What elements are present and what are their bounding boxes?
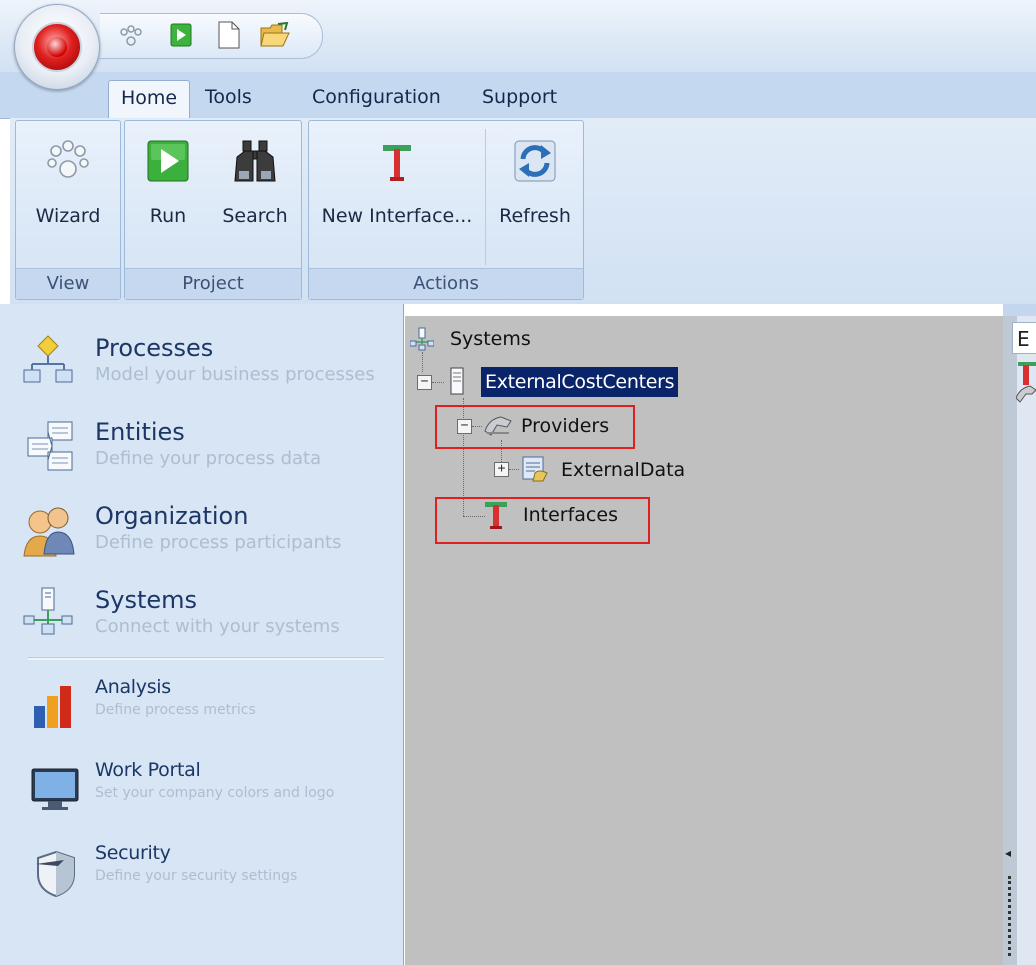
run-icon [144,137,192,185]
open-folder-icon[interactable] [260,21,290,48]
ribbon-group-view: Wizard View [15,120,121,300]
systems-network-icon [22,586,74,638]
group-label-project: Project [125,268,301,299]
nav-security-subtitle: Define your security settings [95,868,298,884]
new-interface-button[interactable]: New Interface... [315,137,479,263]
nav-item-systems[interactable]: Systems Connect with your systems [0,586,400,646]
refresh-label: Refresh [499,205,571,227]
run-small-icon[interactable] [170,23,192,47]
group-label-view: View [16,268,120,299]
wizard-small-icon[interactable] [118,24,144,48]
nav-work-portal-title: Work Portal [95,759,201,781]
nav-item-entities[interactable]: Entities Define your process data [0,418,400,478]
ribbon-group-actions: New Interface... Refresh Actions [308,120,584,300]
wizard-icon [44,137,92,185]
server-icon [449,367,465,395]
refresh-icon [511,137,559,185]
expand-toggle-externaldata[interactable]: + [494,462,509,477]
providers-highlight-box [435,405,635,449]
systems-tree-icon [409,327,435,351]
search-label: Search [222,205,288,227]
ribbon: Wizard View Run Search Project New Inter… [10,118,1036,304]
nav-organization-subtitle: Define process participants [95,532,342,553]
splitter-grip[interactable] [1008,876,1014,956]
nav-item-security[interactable]: Security Define your security settings [0,842,400,898]
search-button[interactable]: Search [213,137,297,263]
collapse-toggle-externalcostcenters[interactable]: − [417,375,432,390]
tab-support[interactable]: Support [470,80,569,116]
nav-entities-subtitle: Define your process data [95,448,322,469]
entities-icon [26,420,78,472]
nav-item-organization[interactable]: Organization Define process participants [0,502,400,562]
shield-icon [34,850,86,902]
nav-analysis-subtitle: Define process metrics [95,702,256,718]
new-document-icon[interactable] [218,21,240,49]
collapse-arrow-icon[interactable]: ◂ [1005,846,1011,860]
nav-systems-subtitle: Connect with your systems [95,616,340,637]
nav-item-analysis[interactable]: Analysis Define process metrics [0,676,400,732]
tab-configuration[interactable]: Configuration [300,80,453,116]
nav-divider [28,657,384,660]
ribbon-group-project: Run Search Project [124,120,302,300]
wizard-button[interactable]: Wizard [20,137,116,263]
processes-icon [22,334,74,386]
refresh-button[interactable]: Refresh [489,137,581,263]
nav-systems-title: Systems [95,586,197,614]
nav-item-processes[interactable]: Processes Model your business processes [0,334,400,394]
nav-processes-title: Processes [95,334,214,362]
nav-processes-subtitle: Model your business processes [95,364,375,385]
interfaces-highlight-box [435,497,650,544]
organization-people-icon [22,504,75,557]
systems-tree-panel: Systems − ExternalCostCenters − Provider… [405,316,1003,965]
wizard-label: Wizard [35,205,101,227]
interface-icon [373,137,421,185]
application-orb-button[interactable] [14,4,100,90]
orb-logo-icon [32,22,82,72]
binoculars-icon [231,137,279,185]
tree-systems-label: Systems [450,328,531,350]
nav-work-portal-subtitle: Set your company colors and logo [95,785,335,801]
nav-security-title: Security [95,842,171,864]
group-label-actions: Actions [309,268,583,299]
external-data-icon [521,455,549,483]
analysis-chart-icon [30,682,82,734]
tab-home[interactable]: Home [108,80,191,119]
tab-tools[interactable]: Tools [193,80,264,116]
nav-analysis-title: Analysis [95,676,171,698]
actions-separator [485,129,486,265]
run-label: Run [149,205,187,227]
tree-node-externaldata[interactable]: ExternalData [561,455,685,485]
right-panel-provider-icon [1015,384,1036,404]
new-interface-label: New Interface... [321,205,473,227]
nav-organization-title: Organization [95,502,249,530]
nav-item-work-portal[interactable]: Work Portal Set your company colors and … [0,759,400,815]
right-panel-interface-icon [1018,360,1036,386]
right-panel-textbox[interactable]: E [1012,322,1036,354]
run-button[interactable]: Run [129,137,207,263]
ribbon-tab-row: Home Tools Configuration Support [0,72,1036,119]
panel-splitter[interactable]: ◂ [1003,316,1017,965]
quick-access-toolbar [100,13,323,59]
monitor-icon [30,767,82,819]
left-navigation: Processes Model your business processes … [0,304,404,965]
right-panel-header [1003,304,1036,316]
tree-node-externalcostcenters[interactable]: ExternalCostCenters [481,367,679,397]
nav-entities-title: Entities [95,418,185,446]
